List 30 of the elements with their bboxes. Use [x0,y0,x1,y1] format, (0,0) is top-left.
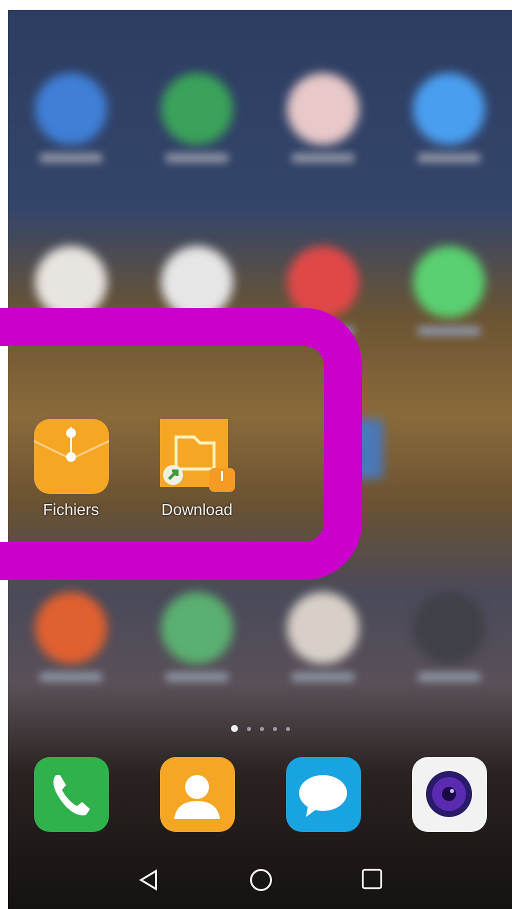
blurred-app-icon[interactable] [413,246,485,318]
blurred-app-icon[interactable] [287,592,359,664]
blurred-label [417,326,481,336]
blurred-label [165,153,229,163]
blurred-label [291,672,355,682]
page-dot[interactable] [246,726,250,730]
blurred-app-icon[interactable] [287,73,359,145]
blurred-label [291,153,355,163]
blurred-app-icon[interactable] [413,73,485,145]
recents-icon[interactable] [361,868,383,890]
page-dot[interactable] [230,725,238,732]
blurred-label [165,672,229,682]
blurred-label [417,153,481,163]
page-dot[interactable] [260,726,264,730]
app-label[interactable]: Fichiers [42,502,99,520]
person-icon[interactable] [160,757,234,832]
blurred-app-icon[interactable] [161,592,233,664]
envelope-icon[interactable] [34,419,108,494]
speech-bubble-icon[interactable] [286,757,360,832]
blurred-app-icon[interactable] [161,73,233,145]
page-dot[interactable] [272,726,276,730]
blurred-label [39,672,103,682]
camera-lens-icon[interactable] [412,757,486,832]
blurred-label [39,153,103,163]
home-icon[interactable] [249,868,273,892]
page-dot[interactable] [286,726,290,730]
phone-icon[interactable] [34,757,108,832]
app-label[interactable]: Download [161,502,233,520]
blurred-label [417,672,481,682]
folder-shortcut-icon[interactable] [160,419,234,494]
